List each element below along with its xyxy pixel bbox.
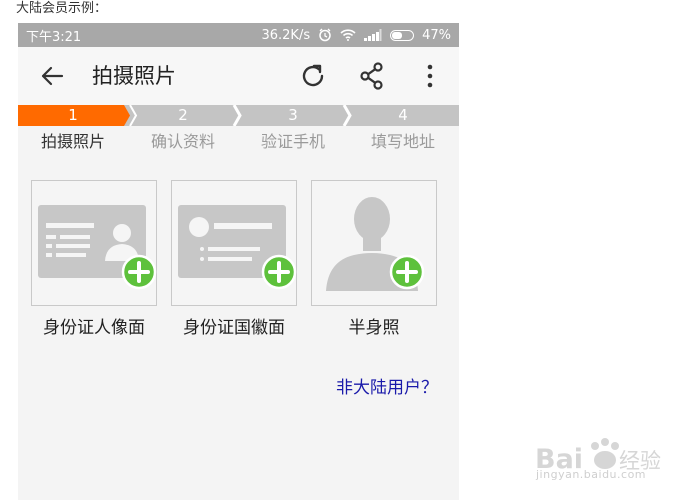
add-icon [389, 254, 425, 290]
step-2-number: 2 [178, 106, 188, 124]
step-1-number: 1 [68, 106, 78, 124]
share-icon [360, 62, 383, 90]
caption-text: 大陆会员示例： [16, 1, 108, 16]
page-title: 拍摄照片 [92, 64, 176, 88]
battery-icon [390, 29, 415, 41]
step-4-number: 4 [398, 106, 408, 124]
step-3-label: 验证手机 [260, 132, 325, 151]
signal-icon [364, 29, 382, 41]
app-bar: 拍摄照片 [18, 47, 459, 105]
refresh-icon [302, 64, 324, 87]
step-1-label: 拍摄照片 [40, 132, 105, 151]
battery-percent: 47% [422, 27, 451, 43]
step-progress-bar: 1 2 3 4 [18, 105, 459, 126]
status-right: 36.2K/s 47% [261, 28, 451, 43]
step-labels: 拍摄照片 确认资料 验证手机 填写地址 [18, 131, 459, 155]
baidu-jingyan-watermark: Bai 经验 [535, 438, 661, 475]
step-4-label: 填写地址 [370, 132, 435, 151]
add-icon [121, 254, 157, 290]
more-options-button[interactable] [418, 61, 442, 91]
non-mainland-user-link[interactable]: 非大陆用户？ [336, 373, 438, 398]
refresh-button[interactable] [298, 61, 328, 91]
half-body-photo-label: 半身照 [348, 318, 400, 338]
back-button[interactable] [38, 62, 66, 90]
id-card-front-label: 身份证人像面 [43, 318, 145, 338]
network-speed: 36.2K/s [261, 27, 311, 43]
status-time: 下午3:21 [26, 29, 82, 45]
alarm-icon [318, 28, 332, 42]
phone-screen: 下午3:21 36.2K/s 47% 拍摄照片 1 2 3 4 拍摄照片 确认资… [18, 23, 459, 500]
step-2-label: 确认资料 [150, 132, 215, 151]
wifi-icon [340, 29, 356, 41]
share-button[interactable] [357, 61, 387, 91]
watermark-url: jingyan.baidu.com [536, 468, 647, 481]
status-bar: 下午3:21 36.2K/s 47% [18, 23, 459, 47]
add-icon [261, 254, 297, 290]
id-card-back-label: 身份证国徽面 [183, 318, 285, 338]
id-card-back-upload[interactable] [171, 180, 297, 306]
half-body-photo-upload[interactable] [311, 180, 437, 306]
more-vertical-icon [427, 64, 433, 88]
id-card-front-upload[interactable] [31, 180, 157, 306]
step-3-number: 3 [288, 106, 298, 124]
arrow-left-icon [41, 66, 64, 86]
